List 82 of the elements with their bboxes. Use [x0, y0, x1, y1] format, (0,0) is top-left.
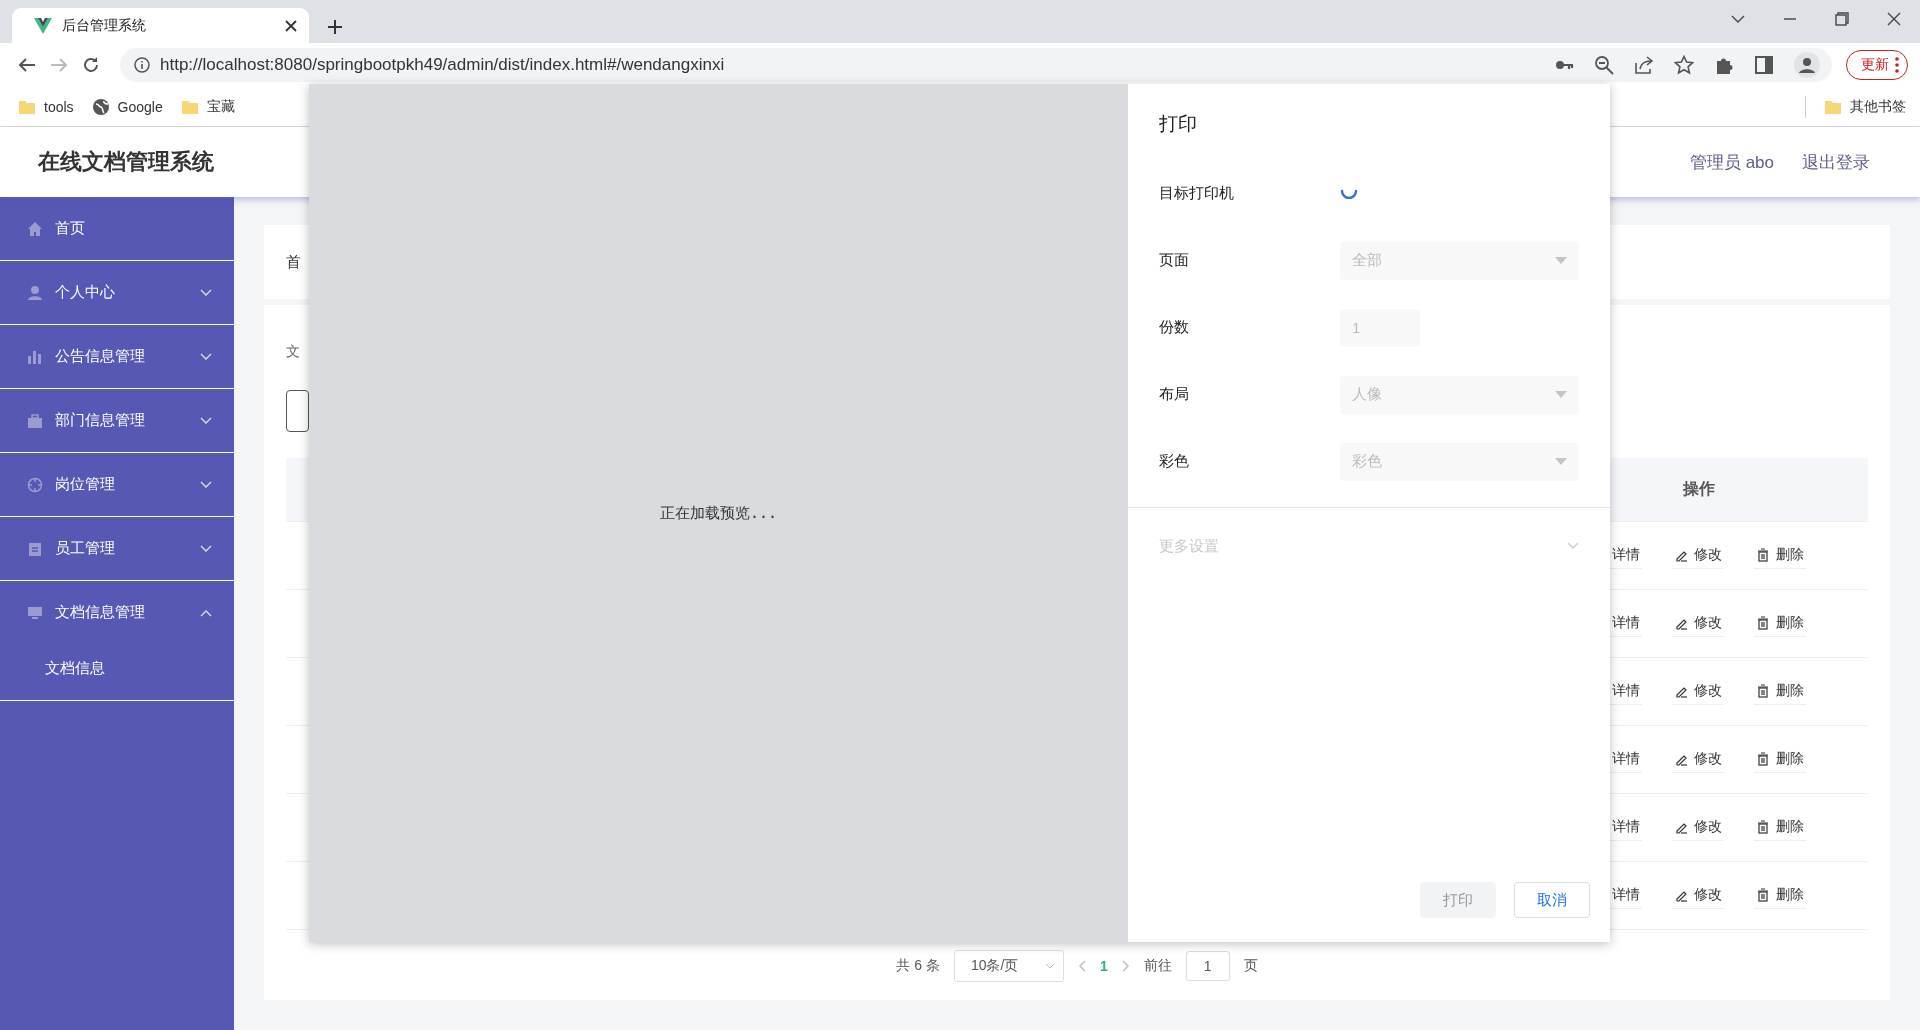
total-count: 共 6 条	[896, 957, 940, 975]
cancel-button[interactable]: 取消	[1514, 882, 1590, 918]
side-panel-icon[interactable]	[1754, 55, 1774, 75]
column-header: 操作	[1681, 479, 1716, 499]
app-title: 在线文档管理系统	[38, 148, 215, 176]
page-size-select[interactable]: 10条/页	[953, 950, 1064, 982]
restore-icon[interactable]	[1835, 12, 1849, 26]
field-label: 份数	[1159, 318, 1190, 337]
url-text: http://localhost:8080/springbootpkh49/admin/dist/index.html#/wendangxinxi	[160, 55, 726, 75]
section-label: 文	[286, 343, 301, 361]
chevron-down-icon	[1567, 542, 1579, 550]
address-bar[interactable]: http://localhost:8080/springbootpkh49/admin/dist/index.html#/wendangxinxi	[120, 48, 1832, 82]
tab-title: 后台管理系统	[62, 16, 147, 35]
field-label: 页面	[1159, 251, 1190, 270]
more-icon[interactable]	[1895, 57, 1899, 73]
bookmark[interactable]: 宝藏	[180, 97, 235, 116]
delete-button[interactable]: 删除	[1754, 746, 1806, 773]
edit-button[interactable]: 修改	[1672, 678, 1724, 705]
back-icon[interactable]	[18, 56, 36, 74]
share-icon[interactable]	[1634, 55, 1654, 75]
new-tab-icon[interactable]	[327, 19, 343, 35]
dialog-title: 打印	[1158, 112, 1198, 136]
monitor-icon	[27, 604, 43, 621]
bar-chart-icon	[27, 348, 43, 365]
clipboard-icon	[27, 540, 43, 557]
caret-icon	[1555, 391, 1567, 398]
trash-icon	[1756, 616, 1770, 630]
edit-button[interactable]: 修改	[1672, 882, 1724, 909]
edit-button[interactable]: 修改	[1672, 746, 1724, 773]
menu-item[interactable]: 公告信息管理	[0, 325, 234, 389]
field-label: 布局	[1159, 385, 1190, 404]
submenu-item[interactable]: 文档信息	[0, 636, 234, 701]
caret-icon	[1555, 458, 1567, 465]
delete-button[interactable]: 删除	[1754, 678, 1806, 705]
forward-icon	[50, 56, 68, 74]
update-button[interactable]: 更新	[1846, 50, 1908, 80]
breadcrumb-link[interactable]: 首	[286, 252, 301, 272]
edit-button[interactable]: 修改	[1672, 814, 1724, 841]
user-icon	[27, 284, 43, 301]
page-unit: 页	[1243, 957, 1258, 975]
reload-icon[interactable]	[82, 56, 100, 74]
menu-item[interactable]: 员工管理	[0, 517, 234, 581]
trash-icon	[1756, 752, 1770, 766]
trash-icon	[1756, 820, 1770, 834]
trash-icon	[1756, 548, 1770, 562]
menu-item[interactable]: 个人中心	[0, 261, 234, 325]
delete-button[interactable]: 删除	[1754, 610, 1806, 637]
field-label: 彩色	[1159, 452, 1190, 471]
menu-item[interactable]: 岗位管理	[0, 453, 234, 517]
briefcase-icon	[27, 412, 43, 429]
user-name: 管理员 abo	[1689, 151, 1774, 174]
globe-icon	[91, 97, 110, 116]
bookmark[interactable]: tools	[18, 97, 74, 116]
caret-icon	[1555, 257, 1567, 264]
delete-button[interactable]: 删除	[1754, 542, 1806, 569]
loading-spinner-icon	[1340, 188, 1358, 199]
trash-icon	[1756, 888, 1770, 902]
delete-button[interactable]: 删除	[1754, 882, 1806, 909]
close-icon[interactable]	[285, 19, 297, 32]
edit-button[interactable]: 修改	[1672, 610, 1724, 637]
trash-icon	[1756, 684, 1770, 698]
profile-icon[interactable]	[1794, 52, 1820, 78]
bookmark[interactable]: 其他书签	[1824, 97, 1906, 116]
zoom-out-icon[interactable]	[1594, 55, 1614, 75]
browser-tab[interactable]: 后台管理系统	[12, 8, 309, 43]
star-icon[interactable]	[1674, 55, 1694, 75]
bookmark[interactable]: Google	[91, 97, 163, 116]
home-icon	[27, 220, 43, 237]
delete-button[interactable]: 删除	[1754, 814, 1806, 841]
info-icon[interactable]	[134, 57, 150, 73]
vue-logo-icon	[34, 17, 52, 34]
chevron-down-icon	[1044, 963, 1055, 969]
edit-button[interactable]: 修改	[1672, 542, 1724, 569]
field-label: 目标打印机	[1159, 184, 1235, 203]
menu-item[interactable]: 部门信息管理	[0, 389, 234, 453]
loading-text: 正在加载预览...	[659, 503, 778, 523]
crosshair-icon	[27, 476, 43, 493]
jump-label: 前往	[1143, 957, 1172, 975]
page-jump-field[interactable]: 1	[1185, 951, 1230, 981]
logout-link[interactable]: 退出登录	[1802, 150, 1870, 174]
close-icon[interactable]	[1887, 12, 1901, 26]
menu-item[interactable]: 首页	[0, 197, 234, 261]
